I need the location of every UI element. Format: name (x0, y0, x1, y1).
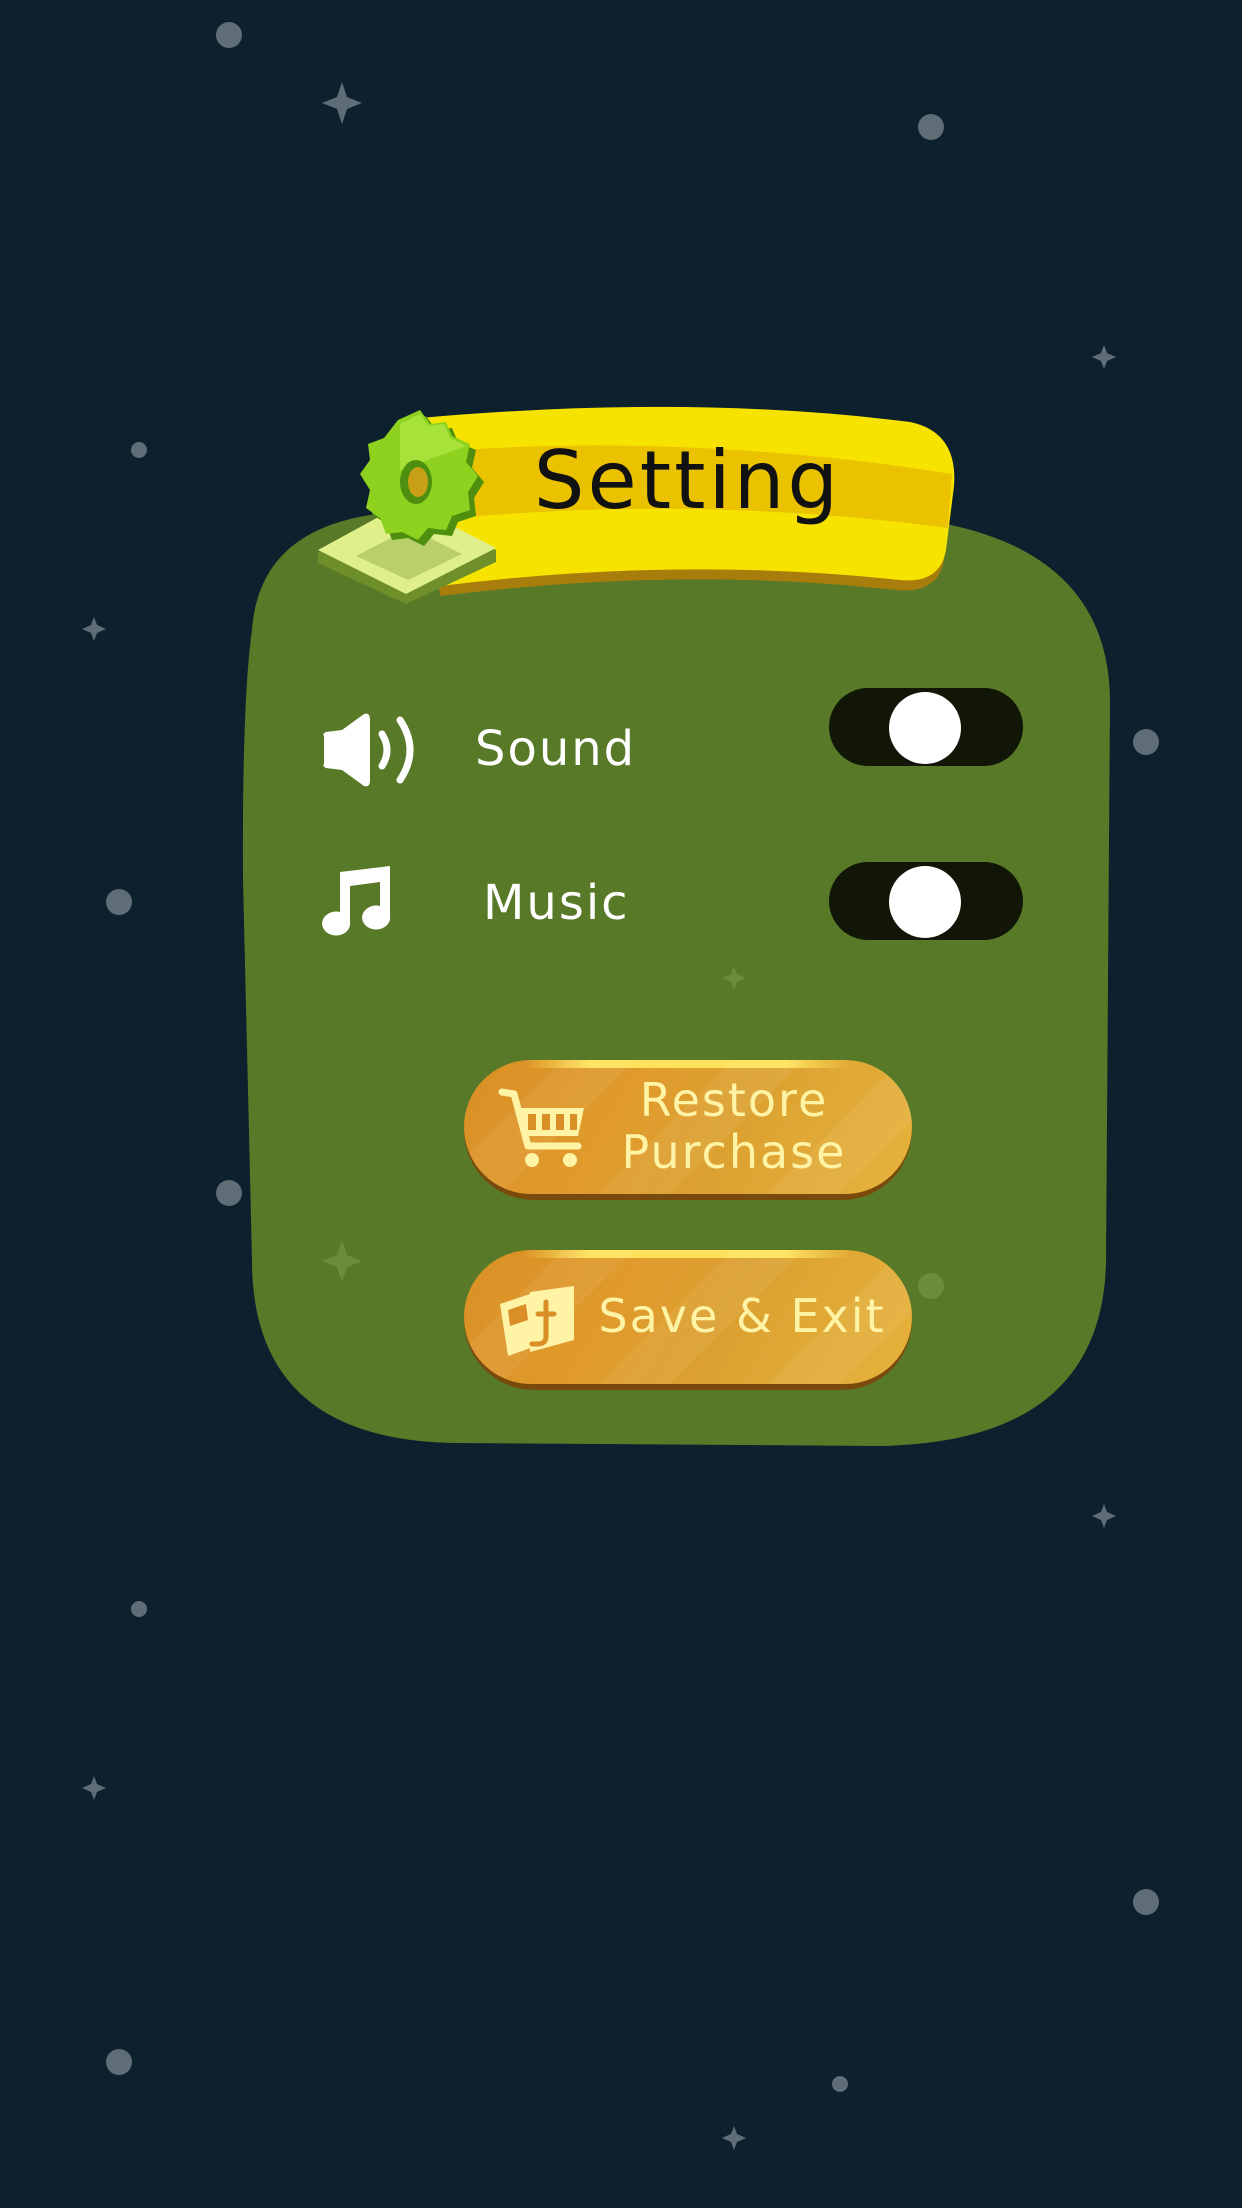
restore-purchase-line1: Restore (639, 1073, 829, 1127)
sound-toggle-knob (889, 692, 961, 764)
sound-label: Sound (475, 721, 637, 777)
page-title: Setting (533, 433, 842, 527)
sound-toggle[interactable] (829, 688, 1023, 766)
speaker-icon (323, 713, 414, 787)
music-toggle-knob (889, 866, 961, 938)
star-dot (918, 1273, 944, 1299)
restore-purchase-button[interactable]: Restore Purchase (464, 1060, 912, 1200)
save-exit-icon (500, 1286, 574, 1356)
music-note-icon (322, 866, 391, 936)
music-toggle[interactable] (829, 862, 1023, 940)
music-label: Music (483, 875, 630, 931)
restore-purchase-line2: Purchase (621, 1125, 847, 1179)
restore-purchase-label: Restore Purchase (594, 1074, 874, 1178)
save-exit-button[interactable]: Save & Exit (464, 1250, 912, 1390)
save-exit-label: Save & Exit (598, 1289, 886, 1343)
shopping-cart-icon (498, 1088, 584, 1167)
